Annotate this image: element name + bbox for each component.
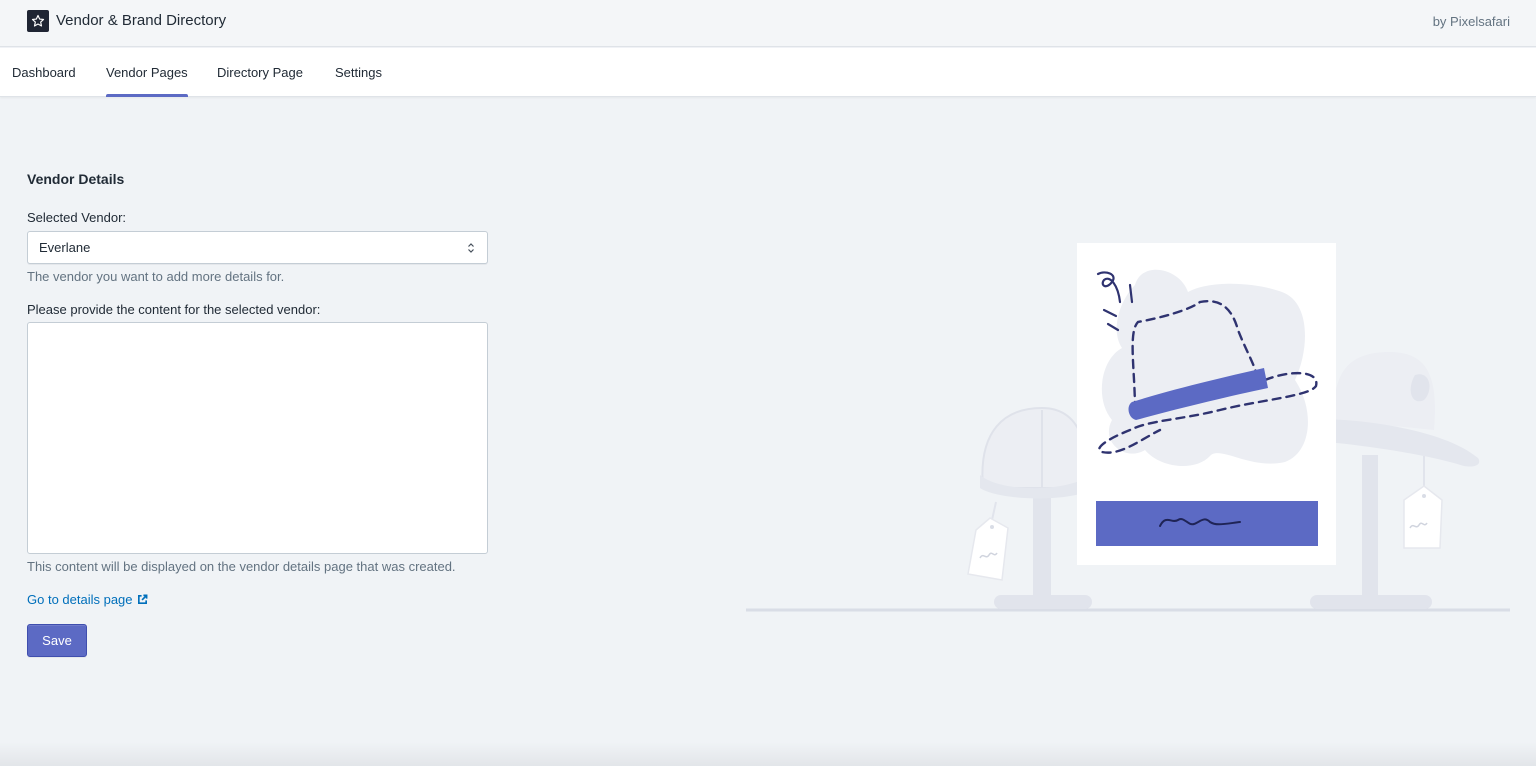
details-page-link[interactable]: Go to details page	[27, 592, 148, 607]
empty-state-illustration	[746, 243, 1510, 612]
app-title: Vendor & Brand Directory	[56, 12, 227, 29]
external-link-icon	[137, 594, 147, 604]
star-icon	[27, 10, 49, 32]
app-credit: by Pixelsafari	[1432, 14, 1510, 29]
tab-vendor-pages[interactable]: Vendor Pages	[106, 48, 188, 97]
tab-settings[interactable]: Settings	[335, 48, 382, 96]
vendor-help-text: The vendor you want to add more details …	[27, 269, 285, 284]
vendor-select-label: Selected Vendor:	[27, 210, 127, 225]
bottom-shadow	[0, 742, 1536, 766]
content-help-text: This content will be displayed on the ve…	[27, 559, 456, 574]
app-header: Vendor & Brand Directory by Pixelsafari	[0, 0, 1536, 47]
section-title: Vendor Details	[27, 171, 125, 187]
content-textarea[interactable]	[27, 322, 488, 554]
vendor-select-value: Everlane	[39, 240, 91, 255]
vendor-select[interactable]: Everlane	[27, 231, 488, 264]
save-button[interactable]: Save	[27, 624, 87, 657]
details-link-label: Go to details page	[27, 592, 133, 607]
tab-directory-page[interactable]: Directory Page	[217, 48, 303, 96]
tab-bar: Dashboard Vendor Pages Directory Page Se…	[0, 48, 1536, 97]
tab-dashboard[interactable]: Dashboard	[12, 48, 76, 96]
select-arrows-icon	[468, 243, 474, 253]
content-label: Please provide the content for the selec…	[27, 302, 321, 317]
